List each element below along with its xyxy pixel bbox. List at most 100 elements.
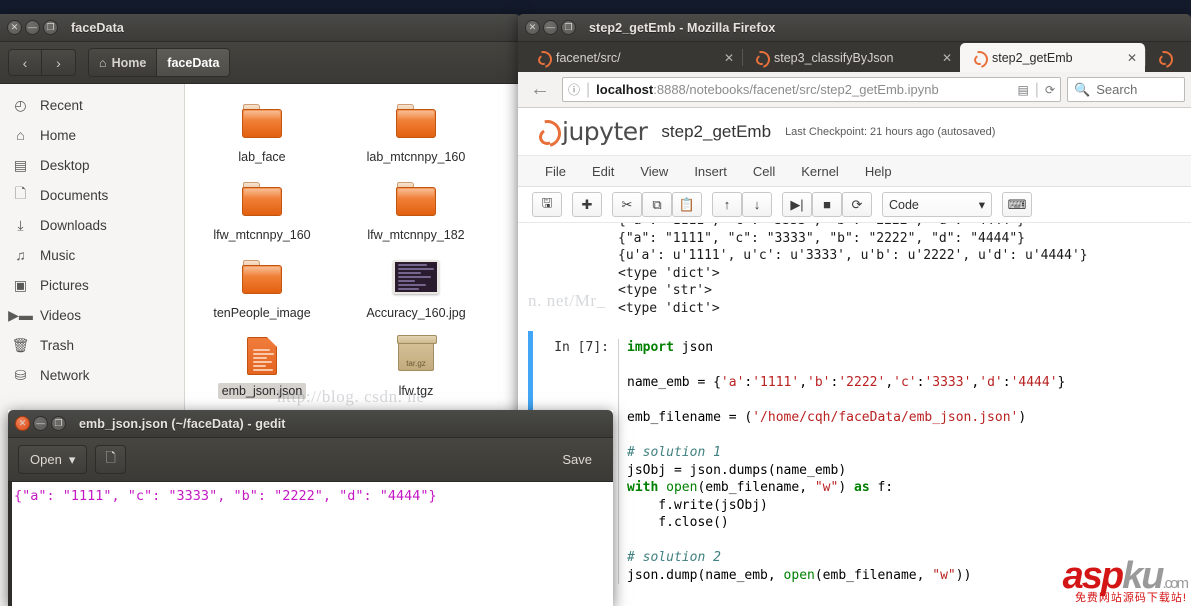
- copy-cell-button[interactable]: ⧉: [642, 192, 672, 217]
- minimize-icon[interactable]: —: [25, 20, 40, 35]
- maximize-icon[interactable]: ❐: [561, 20, 576, 35]
- menu-insert[interactable]: Insert: [681, 156, 740, 187]
- file-label: lab_face: [234, 149, 289, 165]
- minimize-icon[interactable]: —: [543, 20, 558, 35]
- open-button[interactable]: Open ▾: [18, 445, 87, 474]
- code-token: open: [784, 568, 815, 583]
- sidebar-item-videos[interactable]: ▶▬ Videos: [0, 300, 184, 330]
- notebook-canvas: {'a': '1111', 'c': '3333', 'b': '2222', …: [518, 223, 1191, 606]
- sidebar-item-documents[interactable]: 🗋 Documents: [0, 180, 184, 210]
- insert-cell-button[interactable]: ✚: [572, 192, 602, 217]
- sidebar-item-music[interactable]: ♫ Music: [0, 240, 184, 270]
- save-button[interactable]: Save: [551, 445, 603, 474]
- gedit-editor-area[interactable]: {"a": "1111", "c": "3333", "b": "2222", …: [8, 482, 613, 606]
- sidebar-item-recent[interactable]: ◴ Recent: [0, 90, 184, 120]
- trash-icon: 🗑: [12, 337, 29, 354]
- menu-edit[interactable]: Edit: [579, 156, 627, 187]
- file-item-lab-mtcnnpy-160[interactable]: lab_mtcnnpy_160: [339, 98, 493, 176]
- jupyter-menu-bar: File Edit View Insert Cell Kernel Help: [518, 156, 1191, 187]
- restart-kernel-button[interactable]: ⟳: [842, 192, 872, 217]
- stop-kernel-button[interactable]: ■: [812, 192, 842, 217]
- keyboard-shortcuts-button[interactable]: ⌨: [1002, 192, 1032, 217]
- jupyter-logo[interactable]: jupyter: [532, 117, 647, 146]
- move-up-button[interactable]: ↑: [712, 192, 742, 217]
- file-manager-title: faceData: [71, 21, 124, 35]
- home-icon: ⌂: [12, 127, 29, 144]
- new-document-button[interactable]: 🗋: [95, 445, 125, 474]
- tab-close-icon[interactable]: ✕: [724, 51, 734, 65]
- maximize-icon[interactable]: ❐: [43, 20, 58, 35]
- firefox-titlebar: ✕ — ❐ step2_getEmb - Mozilla Firefox: [518, 14, 1191, 42]
- back-arrow-icon[interactable]: ←: [524, 78, 556, 101]
- notebook-name[interactable]: step2_getEmb: [661, 122, 771, 142]
- back-button[interactable]: ‹: [8, 49, 42, 76]
- firefox-window: ✕ — ❐ step2_getEmb - Mozilla Firefox fac…: [518, 14, 1191, 606]
- browser-tab-step3-classifybyjson[interactable]: step3_classifyByJson ✕: [742, 43, 960, 72]
- save-button[interactable]: 🖫: [532, 192, 562, 217]
- search-bar[interactable]: 🔍 Search: [1067, 77, 1185, 102]
- sidebar-item-downloads[interactable]: ⤓ Downloads: [0, 210, 184, 240]
- close-icon[interactable]: ✕: [525, 20, 540, 35]
- file-item-lab-face[interactable]: lab_face: [185, 98, 339, 176]
- file-label: lfw.tgz: [395, 383, 438, 399]
- folder-icon: [236, 258, 288, 302]
- jupyter-favicon-icon: [752, 50, 767, 65]
- code-token: import: [627, 340, 674, 355]
- menu-cell[interactable]: Cell: [740, 156, 788, 187]
- code-cell[interactable]: In [7]: import json name_emb = {'a':'111…: [518, 339, 1191, 584]
- url-bar[interactable]: ⓘ | localhost:8888/notebooks/facenet/src…: [562, 77, 1061, 102]
- minimize-icon[interactable]: —: [33, 416, 48, 431]
- url-path: :8888/notebooks/facenet/src/step2_getEmb…: [653, 82, 938, 97]
- url-text: localhost:8888/notebooks/facenet/src/ste…: [596, 82, 1011, 97]
- file-item-lfw-tgz[interactable]: tar.gz lfw.tgz: [339, 332, 493, 410]
- browser-tab-facenet-src[interactable]: facenet/src/ ✕: [524, 43, 742, 72]
- folder-icon: [236, 102, 288, 146]
- sidebar-label: Network: [40, 368, 90, 383]
- file-item-lfw-mtcnnpy-160[interactable]: lfw_mtcnnpy_160: [185, 176, 339, 254]
- sidebar-item-trash[interactable]: 🗑 Trash: [0, 330, 184, 360]
- aspku-asp: asp: [1063, 555, 1122, 597]
- paste-cell-button[interactable]: 📋: [672, 192, 702, 217]
- code-token: (emb_filename,: [697, 480, 814, 495]
- sidebar-label: Documents: [40, 188, 108, 203]
- code-token: '4444': [1011, 375, 1058, 390]
- forward-button[interactable]: ›: [42, 49, 76, 76]
- page-info-icon[interactable]: ⓘ: [568, 81, 580, 98]
- breadcrumb-facedata-label: faceData: [167, 56, 219, 70]
- move-down-button[interactable]: ↓: [742, 192, 772, 217]
- maximize-icon[interactable]: ❐: [51, 416, 66, 431]
- browser-tab-partial[interactable]: [1145, 43, 1191, 72]
- browser-tab-step2-getemb[interactable]: step2_getEmb ✕: [960, 43, 1145, 72]
- code-token: open: [666, 480, 697, 495]
- cell-type-select[interactable]: Code ▾: [882, 192, 992, 217]
- file-item-emb-json-json[interactable]: emb_json.json: [185, 332, 339, 410]
- file-item-tenpeople-image[interactable]: tenPeople_image: [185, 254, 339, 332]
- menu-kernel[interactable]: Kernel: [788, 156, 852, 187]
- run-cell-button[interactable]: ▶|: [782, 192, 812, 217]
- close-icon[interactable]: ✕: [15, 416, 30, 431]
- file-label: lfw_mtcnnpy_160: [209, 227, 314, 243]
- code-editor[interactable]: import json name_emb = {'a':'1111','b':'…: [618, 339, 1191, 584]
- download-icon: ⤓: [12, 217, 29, 234]
- code-token: "w": [815, 480, 838, 495]
- close-icon[interactable]: ✕: [7, 20, 22, 35]
- sidebar-item-desktop[interactable]: ▤ Desktop: [0, 150, 184, 180]
- tab-close-icon[interactable]: ✕: [1127, 51, 1137, 65]
- cut-cell-button[interactable]: ✂: [612, 192, 642, 217]
- sidebar-item-pictures[interactable]: ▣ Pictures: [0, 270, 184, 300]
- sidebar-item-network[interactable]: ⛁ Network: [0, 360, 184, 390]
- sidebar-item-home[interactable]: ⌂ Home: [0, 120, 184, 150]
- file-item-accuracy-160-jpg[interactable]: Accuracy_160.jpg: [339, 254, 493, 332]
- menu-file[interactable]: File: [532, 156, 579, 187]
- menu-view[interactable]: View: [627, 156, 681, 187]
- breadcrumb-facedata[interactable]: faceData: [156, 49, 229, 76]
- tab-close-icon[interactable]: ✕: [942, 51, 952, 65]
- aspku-wordmark: aspku.com: [1063, 557, 1187, 595]
- menu-help[interactable]: Help: [852, 156, 905, 187]
- reader-view-icon[interactable]: ▤: [1017, 83, 1028, 97]
- code-token: json.dump(name_emb,: [627, 568, 784, 583]
- breadcrumb-home[interactable]: ⌂ Home: [89, 49, 156, 76]
- reload-icon[interactable]: ⟳: [1045, 83, 1055, 97]
- network-icon: ⛁: [12, 367, 29, 384]
- file-item-lfw-mtcnnpy-182[interactable]: lfw_mtcnnpy_182: [339, 176, 493, 254]
